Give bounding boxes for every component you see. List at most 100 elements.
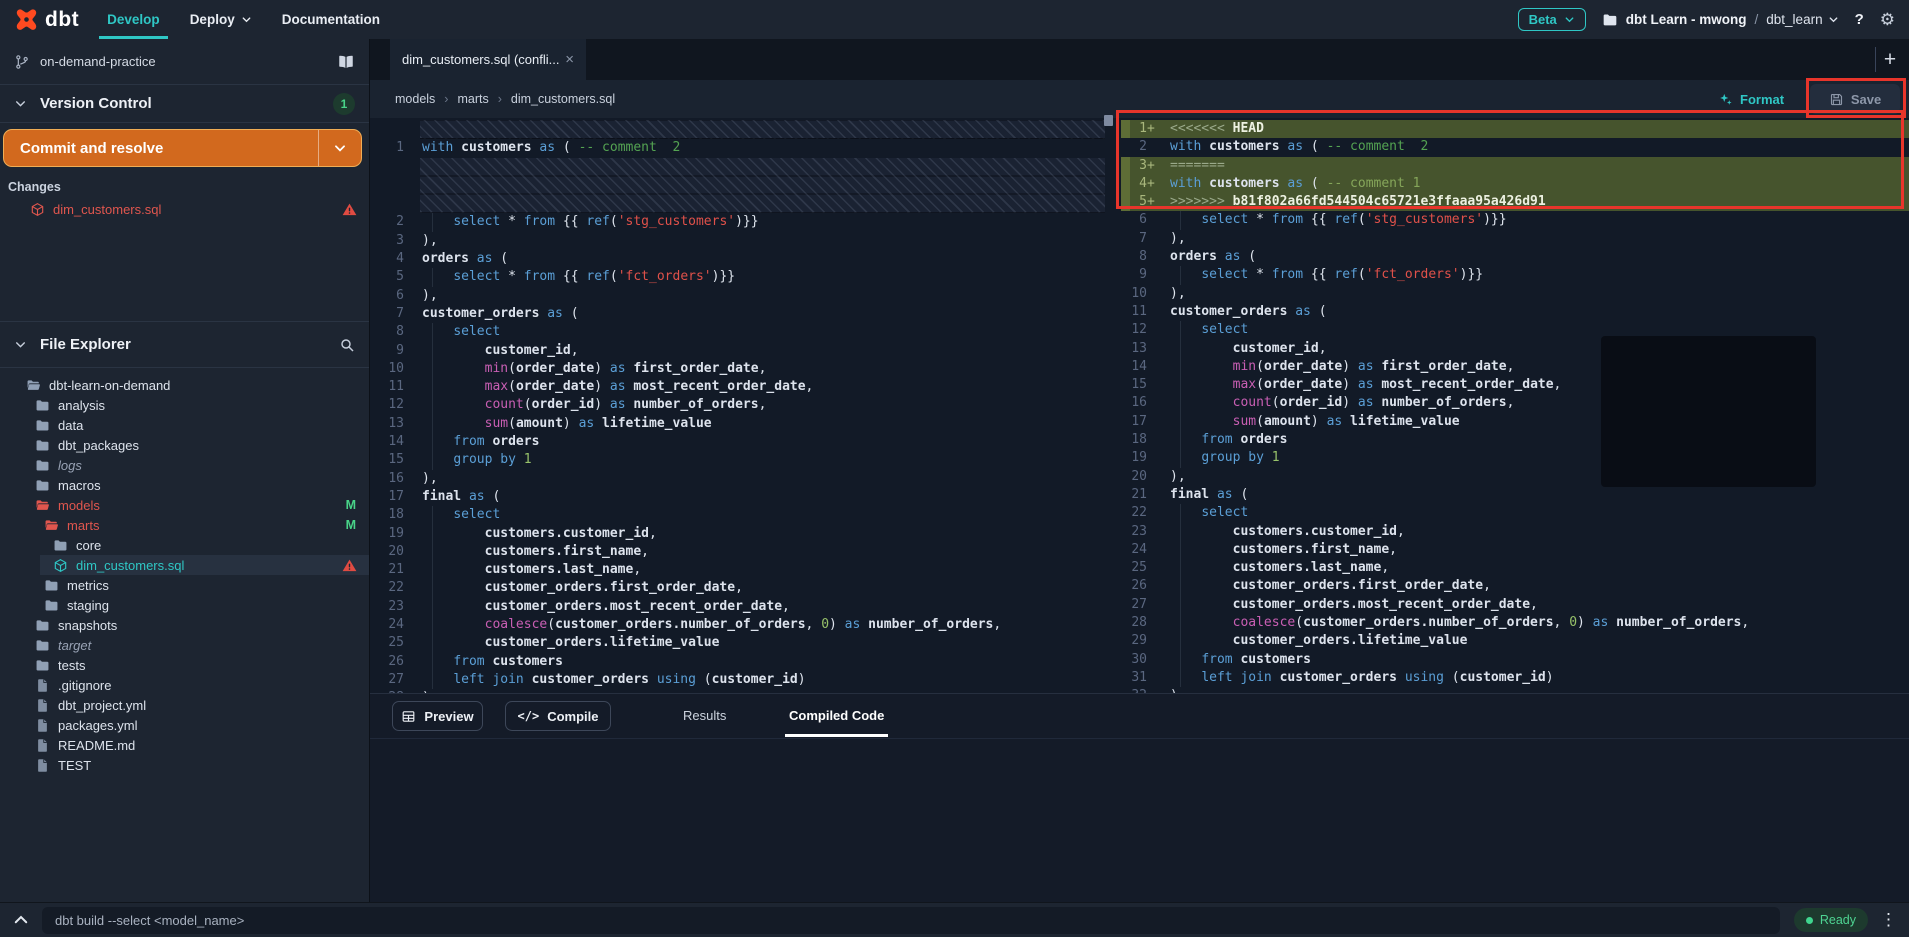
commit-options-caret[interactable] [319,141,361,155]
code-line-7[interactable]: 7), [1105,230,1909,248]
file-tree-item-metrics[interactable]: metrics [0,575,369,595]
code-line-9[interactable]: 9 select * from {{ ref('fct_orders')}} [1105,266,1909,284]
code-line-2[interactable]: 2 select * from {{ ref('stg_customers')}… [370,213,1105,231]
code-line-8[interactable]: 8orders as ( [1105,248,1909,266]
code-line-11[interactable]: 11 max(order_date) as most_recent_order_… [370,378,1105,396]
file-tree-item-snapshots[interactable]: snapshots [0,615,369,635]
code-line-1[interactable]: 1+<<<<<<< HEAD [1105,120,1909,138]
code-line-2[interactable]: 2with customers as ( -- comment 2 [1105,138,1909,156]
code-line-10[interactable]: 10 min(order_date) as first_order_date, [370,360,1105,378]
code-line-25[interactable]: 25 customer_orders.lifetime_value [370,634,1105,652]
file-tree-item-staging[interactable]: staging [0,595,369,615]
format-button[interactable]: Format [1718,92,1784,107]
code-line-16[interactable]: 16), [370,470,1105,488]
code-line-12[interactable]: 12 count(order_id) as number_of_orders, [370,396,1105,414]
close-icon[interactable]: × [565,51,574,68]
file-tree-item-target[interactable]: target [0,635,369,655]
tab-dim-customers[interactable]: dim_customers.sql (confli... × [390,39,586,80]
code-line-29[interactable]: 29 customer_orders.lifetime_value [1105,632,1909,650]
branch-row[interactable]: on-demand-practice [0,39,369,85]
file-tree-item-TEST[interactable]: TEST [0,755,369,775]
preview-button[interactable]: Preview [392,701,483,731]
help-icon[interactable]: ? [1855,11,1864,28]
code-line-13[interactable]: 13 sum(amount) as lifetime_value [370,415,1105,433]
code-line-11[interactable]: 11customer_orders as ( [1105,303,1909,321]
code-line-18[interactable]: 18 select [370,506,1105,524]
file-tree-item-analysis[interactable]: analysis [0,395,369,415]
file-tree-item-data[interactable]: data [0,415,369,435]
status-badge[interactable]: Ready [1794,908,1868,932]
code-line-8[interactable]: 8 select [370,323,1105,341]
code-line-21[interactable]: 21 customers.last_name, [370,561,1105,579]
code-line-17[interactable]: 17final as ( [370,488,1105,506]
code-line-26[interactable]: 26 from customers [370,653,1105,671]
code-line-3[interactable]: 3+======= [1105,157,1909,175]
breadcrumb-marts[interactable]: marts [457,92,488,106]
tab-compiled-code[interactable]: Compiled Code [789,694,884,737]
compile-button[interactable]: </> Compile [505,701,611,731]
file-tree-item-models[interactable]: modelsM [0,495,369,515]
nav-deploy[interactable]: Deploy [190,12,252,27]
beta-dropdown[interactable]: Beta [1518,8,1586,31]
gear-icon[interactable]: ⚙ [1880,11,1895,28]
code-line-26[interactable]: 26 customer_orders.first_order_date, [1105,577,1909,595]
code-line-3[interactable]: 3), [370,232,1105,250]
code-line-20[interactable]: 20 customers.first_name, [370,543,1105,561]
file-tree-item-tests[interactable]: tests [0,655,369,675]
environment-dropdown[interactable]: dbt_learn [1766,12,1838,27]
code-line-10[interactable]: 10), [1105,285,1909,303]
code-line-31[interactable]: 31 left join customer_orders using (cust… [1105,669,1909,687]
version-control-header[interactable]: Version Control 1 [0,85,369,123]
commit-and-resolve-button[interactable]: Commit and resolve [3,129,362,167]
file-tree-item-core[interactable]: core [0,535,369,555]
kebab-menu-icon[interactable]: ⋮ [1880,910,1897,930]
editor-pane-left[interactable]: 1with customers as ( -- comment 2 2 selec… [370,120,1105,693]
code-line-27[interactable]: 27 left join customer_orders using (cust… [370,671,1105,689]
code-line-15[interactable]: 15 group by 1 [370,451,1105,469]
new-tab-button[interactable]: + [1877,39,1903,80]
file-tree-item-logs[interactable]: logs [0,455,369,475]
code-line-30[interactable]: 30 from customers [1105,651,1909,669]
docs-book-icon[interactable] [337,53,355,71]
file-tree-item-README.md[interactable]: README.md [0,735,369,755]
file-tree-item-dbt_project.yml[interactable]: dbt_project.yml [0,695,369,715]
code-line-21[interactable]: 21final as ( [1105,486,1909,504]
code-line-9[interactable]: 9 customer_id, [370,342,1105,360]
file-tree-item-dbt-learn-on-demand[interactable]: dbt-learn-on-demand [0,375,369,395]
code-line-5[interactable]: 5 select * from {{ ref('fct_orders')}} [370,268,1105,286]
breadcrumb-file[interactable]: dim_customers.sql [511,92,615,106]
search-icon[interactable] [339,337,355,353]
code-line-27[interactable]: 27 customer_orders.most_recent_order_dat… [1105,596,1909,614]
code-line-25[interactable]: 25 customers.last_name, [1105,559,1909,577]
code-line-24[interactable]: 24 customers.first_name, [1105,541,1909,559]
breadcrumb-models[interactable]: models [395,92,435,106]
code-line-14[interactable]: 14 from orders [370,433,1105,451]
code-line-4[interactable]: 4orders as ( [370,250,1105,268]
file-explorer-header[interactable]: File Explorer [0,321,369,368]
chevron-up-icon[interactable] [12,911,30,929]
file-tree-item-packages.yml[interactable]: packages.yml [0,715,369,735]
code-line-4[interactable]: 4+with customers as ( -- comment 1 [1105,175,1909,193]
project-switcher[interactable]: dbt Learn - mwong / dbt_learn [1602,12,1839,28]
file-tree-item-dbt_packages[interactable]: dbt_packages [0,435,369,455]
code-line-7[interactable]: 7customer_orders as ( [370,305,1105,323]
nav-documentation[interactable]: Documentation [282,12,380,27]
tab-results[interactable]: Results [683,694,726,737]
file-tree-item-marts[interactable]: martsM [0,515,369,535]
code-line-6[interactable]: 6), [370,287,1105,305]
code-line-5[interactable]: 5+>>>>>>> b81f802a66fd544504c65721e3ffaa… [1105,193,1909,211]
code-line-28[interactable]: 28 coalesce(customer_orders.number_of_or… [1105,614,1909,632]
code-line-6[interactable]: 6 select * from {{ ref('stg_customers')}… [1105,211,1909,229]
file-tree-item-macros[interactable]: macros [0,475,369,495]
file-tree-item-dim_customers.sql[interactable]: dim_customers.sql [0,555,369,575]
code-line-24[interactable]: 24 coalesce(customer_orders.number_of_or… [370,616,1105,634]
nav-develop[interactable]: Develop [107,12,160,27]
code-line-22[interactable]: 22 select [1105,504,1909,522]
command-input[interactable] [42,907,1780,934]
code-line-22[interactable]: 22 customer_orders.first_order_date, [370,579,1105,597]
save-button[interactable]: Save [1810,84,1900,114]
code-line-23[interactable]: 23 customer_orders.most_recent_order_dat… [370,598,1105,616]
code-line-19[interactable]: 19 customers.customer_id, [370,525,1105,543]
changed-file-row[interactable]: dim_customers.sql [0,197,369,221]
code-line-1[interactable]: 1with customers as ( -- comment 2 [370,139,1105,157]
